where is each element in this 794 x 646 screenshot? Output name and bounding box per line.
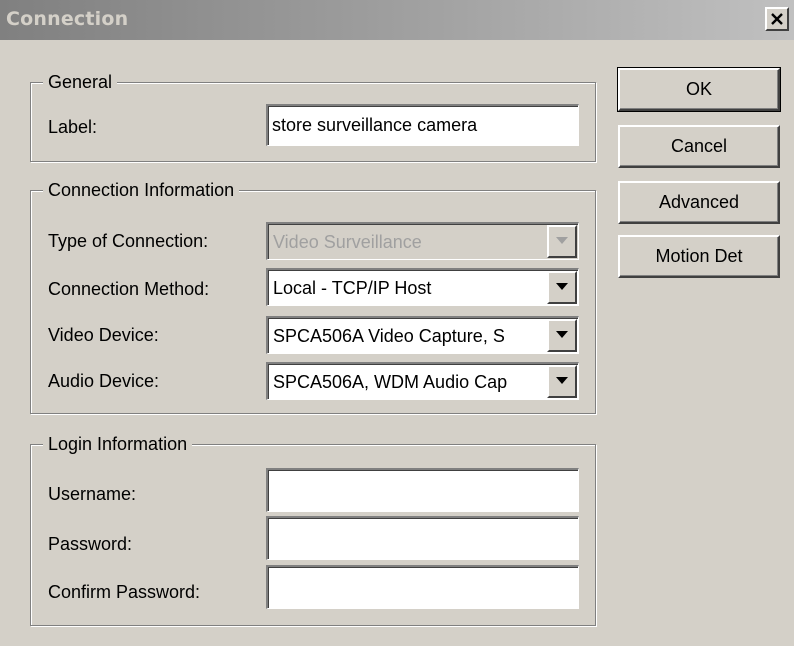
label-field[interactable] [266,104,579,146]
advanced-button[interactable]: Advanced [618,181,780,224]
connection-method-select[interactable]: Local - TCP/IP Host [266,268,579,306]
video-device-caption: Video Device: [48,325,159,345]
video-device-value: SPCA506A Video Capture, S [273,326,505,346]
title-bar: Connection [0,0,794,40]
password-field[interactable] [266,516,579,560]
login-info-legend: Login Information [43,433,193,455]
username-caption: Username: [48,484,137,504]
audio-device-value: SPCA506A, WDM Audio Cap [273,372,508,392]
close-icon [771,13,783,25]
audio-device-caption: Audio Device: [48,371,160,391]
audio-device-select[interactable]: SPCA506A, WDM Audio Cap [266,362,579,400]
cancel-button[interactable]: Cancel [618,125,780,168]
type-of-connection-select: Video Surveillance [266,222,579,260]
password-caption: Password: [48,534,133,554]
close-button[interactable] [765,7,789,31]
chevron-down-icon [556,377,568,384]
connection-method-dropdown-button[interactable] [547,271,577,304]
audio-device-dropdown-button[interactable] [547,365,577,398]
video-device-select[interactable]: SPCA506A Video Capture, S [266,316,579,354]
connection-method-caption: Connection Method: [48,279,210,299]
motion-det-button[interactable]: Motion Det [618,235,780,278]
confirm-password-caption: Confirm Password: [48,582,201,602]
connection-method-value: Local - TCP/IP Host [273,278,432,298]
ok-button[interactable]: OK [617,67,781,112]
general-legend: General [43,71,118,93]
type-of-connection-dropdown-button [547,225,577,258]
chevron-down-icon [556,331,568,338]
chevron-down-icon [556,237,568,244]
username-field[interactable] [266,468,579,512]
video-device-dropdown-button[interactable] [547,319,577,352]
connection-info-legend: Connection Information [43,179,240,201]
confirm-password-field[interactable] [266,565,579,609]
label-caption: Label: [48,117,98,137]
type-of-connection-value: Video Surveillance [273,232,422,252]
window-title: Connection [6,8,129,30]
type-of-connection-caption: Type of Connection: [48,231,209,251]
chevron-down-icon [556,283,568,290]
